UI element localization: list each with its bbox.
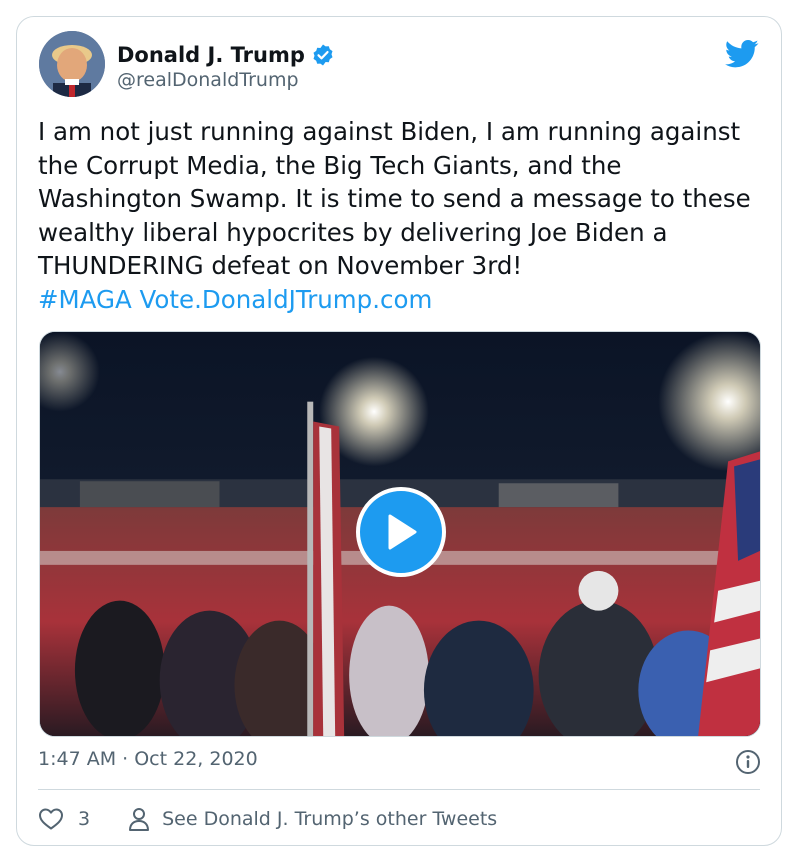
hashtag-link[interactable]: #MAGA (38, 285, 132, 314)
tweet-actions: 3 See Donald J. Trump’s other Tweets (38, 806, 497, 832)
like-count: 3 (78, 808, 91, 830)
other-tweets-label: See Donald J. Trump’s other Tweets (162, 808, 498, 830)
person-icon (129, 808, 150, 831)
tweet-text: I am not just running against Biden, I a… (38, 115, 760, 316)
author-display-name[interactable]: Donald J. Trump (117, 43, 305, 67)
website-link[interactable]: Vote.DonaldJTrump.com (140, 285, 433, 314)
tweet-body: I am not just running against Biden, I a… (38, 117, 759, 280)
like-button[interactable]: 3 (38, 807, 90, 831)
video-media[interactable] (39, 331, 761, 737)
play-icon (388, 514, 417, 550)
twitter-bird-icon[interactable] (724, 39, 759, 69)
tweet-timestamp[interactable]: 1:47 AM · Oct 22, 2020 (38, 748, 258, 770)
divider (38, 789, 760, 790)
verified-badge-icon (311, 43, 335, 67)
author-handle[interactable]: @realDonaldTrump (117, 69, 299, 91)
avatar-image (39, 31, 105, 97)
avatar[interactable] (39, 31, 105, 97)
other-tweets-link[interactable]: See Donald J. Trump’s other Tweets (128, 806, 497, 832)
heart-icon (39, 808, 63, 830)
info-icon[interactable] (735, 749, 761, 775)
author-name-row[interactable]: Donald J. Trump (117, 43, 335, 67)
tweet-card: Donald J. Trump @realDonaldTrump I am no… (16, 16, 782, 846)
play-button[interactable] (356, 487, 446, 577)
